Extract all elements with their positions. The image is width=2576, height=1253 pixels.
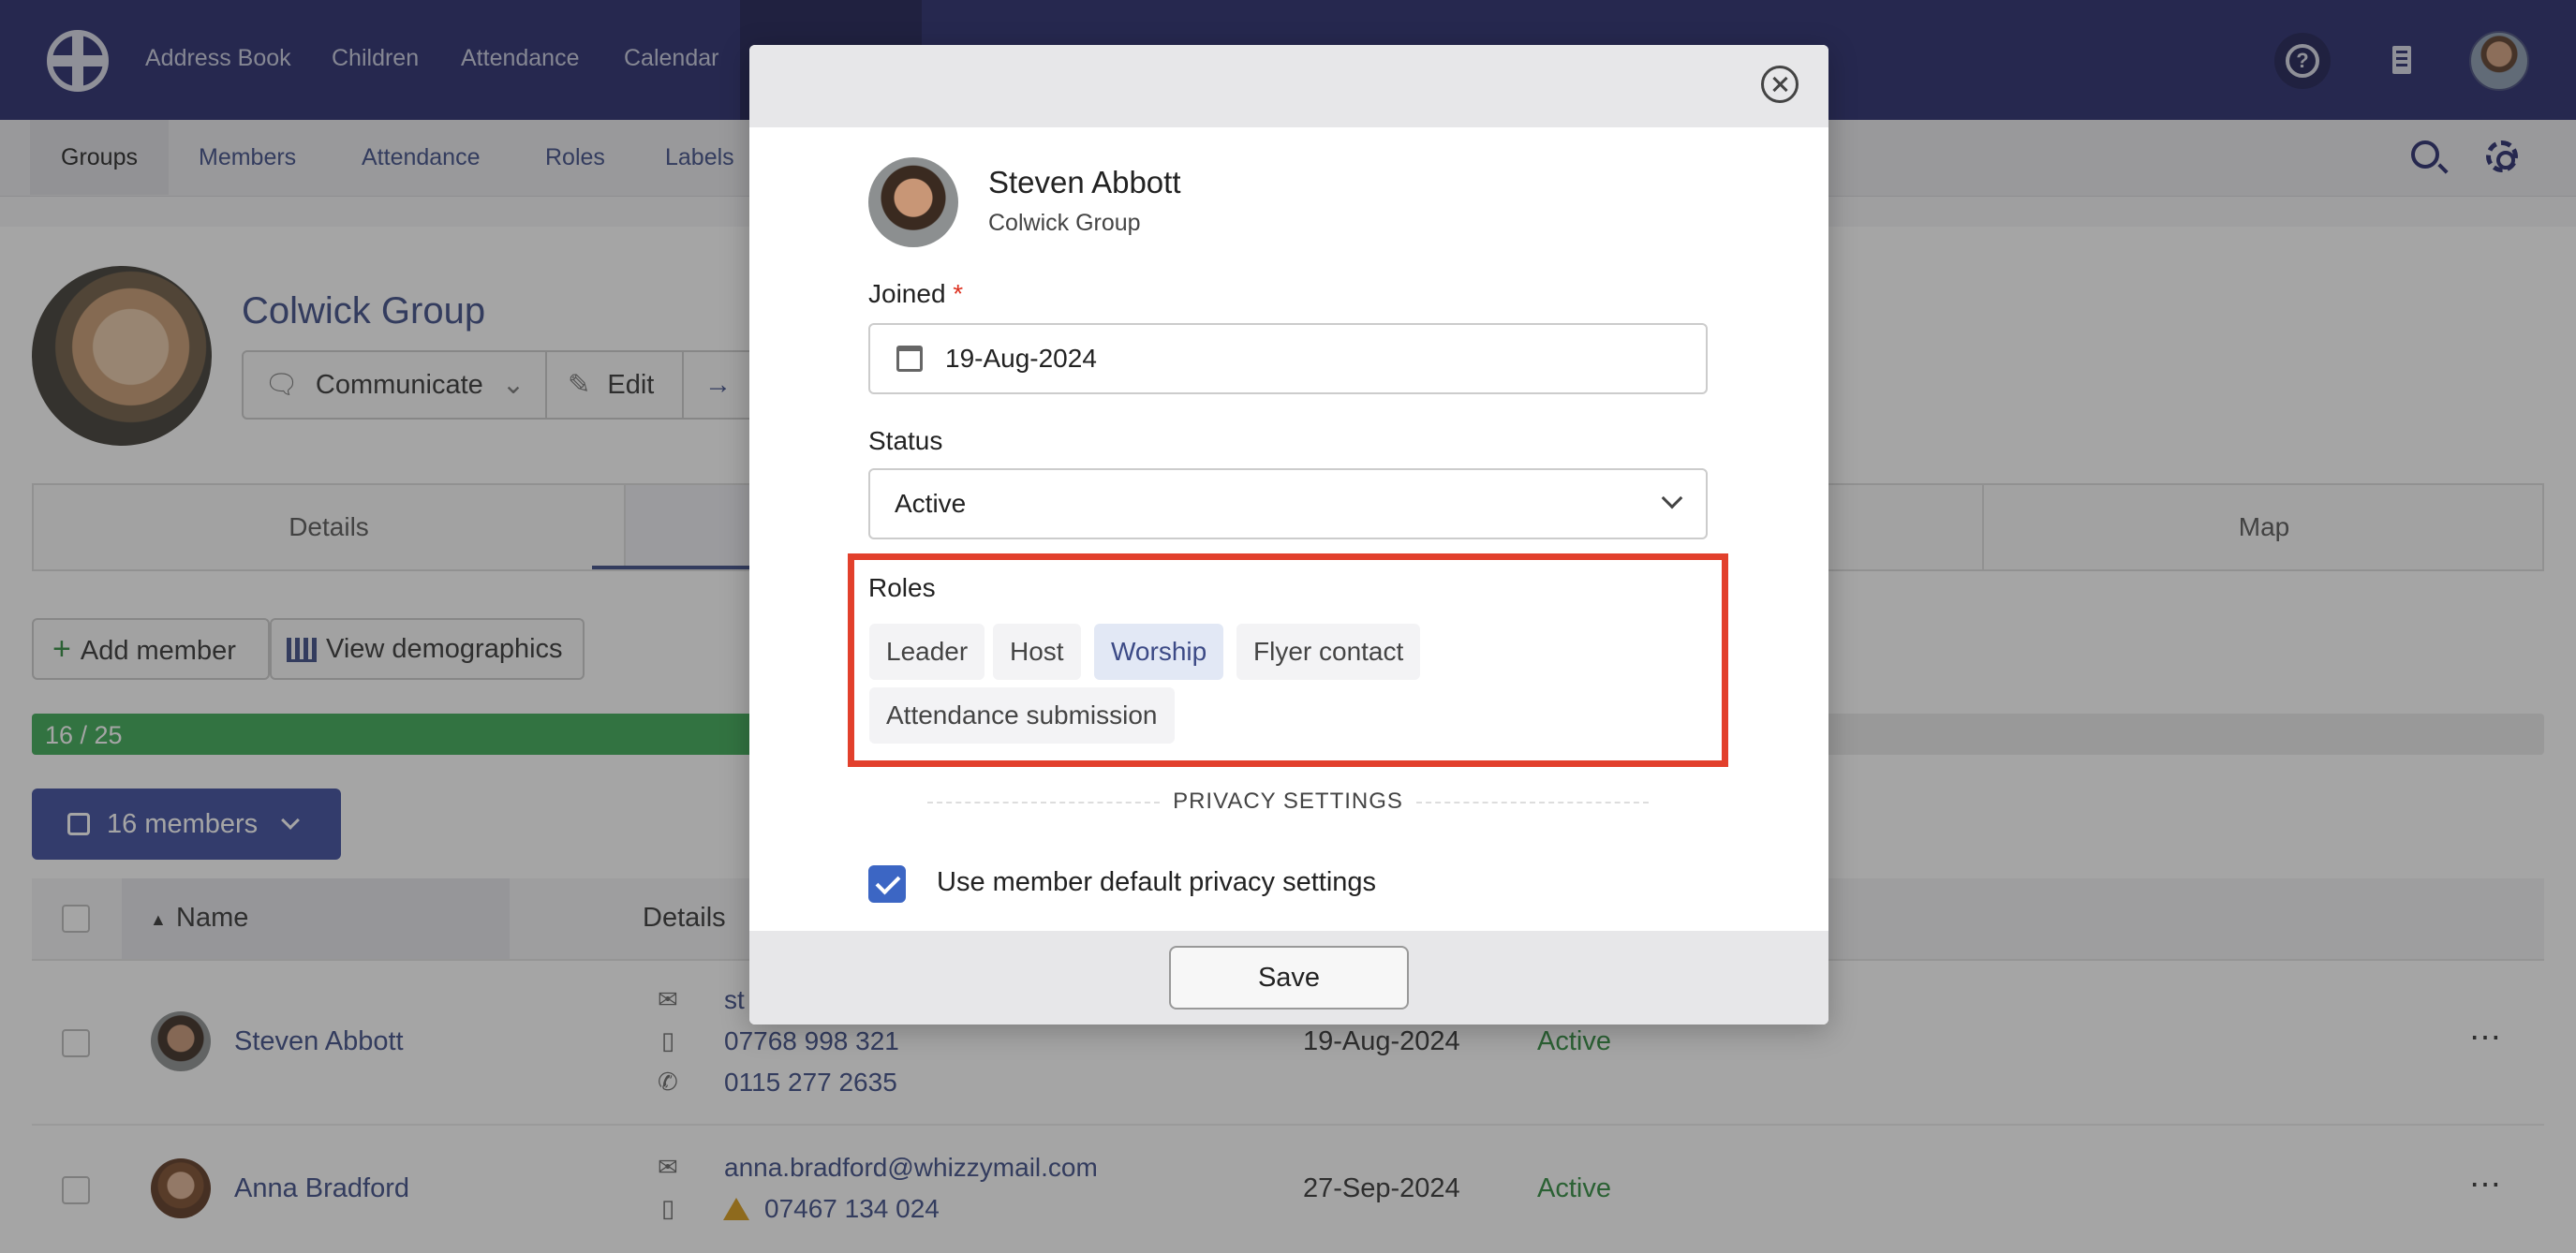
status-label: Status <box>868 426 943 455</box>
chevron-down-icon <box>1661 487 1683 509</box>
role-chip-flyer-contact[interactable]: Flyer contact <box>1236 624 1421 680</box>
role-chip-worship[interactable]: Worship <box>1094 624 1224 680</box>
role-chip-host[interactable]: Host <box>993 624 1081 680</box>
modal-header <box>749 45 1828 127</box>
calendar-icon <box>896 346 923 372</box>
divider-left <box>927 802 1160 803</box>
divider-right <box>1416 802 1649 803</box>
default-privacy-checkbox[interactable] <box>868 865 906 903</box>
joined-date-value: 19-Aug-2024 <box>945 344 1097 373</box>
required-marker: * <box>953 279 964 308</box>
member-avatar <box>868 157 958 247</box>
default-privacy-checkbox-label[interactable]: Use member default privacy settings <box>937 867 1376 898</box>
close-icon[interactable] <box>1761 66 1799 103</box>
member-name: Steven Abbott <box>988 165 1181 199</box>
status-select[interactable]: Active <box>868 468 1708 539</box>
roles-label: Roles <box>868 573 936 602</box>
joined-label: Joined * <box>868 279 964 308</box>
save-button[interactable]: Save <box>1169 946 1409 1010</box>
role-chip-leader[interactable]: Leader <box>869 624 985 680</box>
joined-date-input[interactable]: 19-Aug-2024 <box>868 323 1708 394</box>
member-group-name: Colwick Group <box>988 210 1141 236</box>
role-chip-attendance-submission[interactable]: Attendance submission <box>869 687 1175 744</box>
modal-footer: Save <box>749 931 1828 1025</box>
privacy-settings-heading: PRIVACY SETTINGS <box>1173 789 1403 814</box>
status-selected-value: Active <box>895 489 967 518</box>
edit-membership-modal: Steven Abbott Colwick Group Joined * 19-… <box>749 45 1828 1025</box>
